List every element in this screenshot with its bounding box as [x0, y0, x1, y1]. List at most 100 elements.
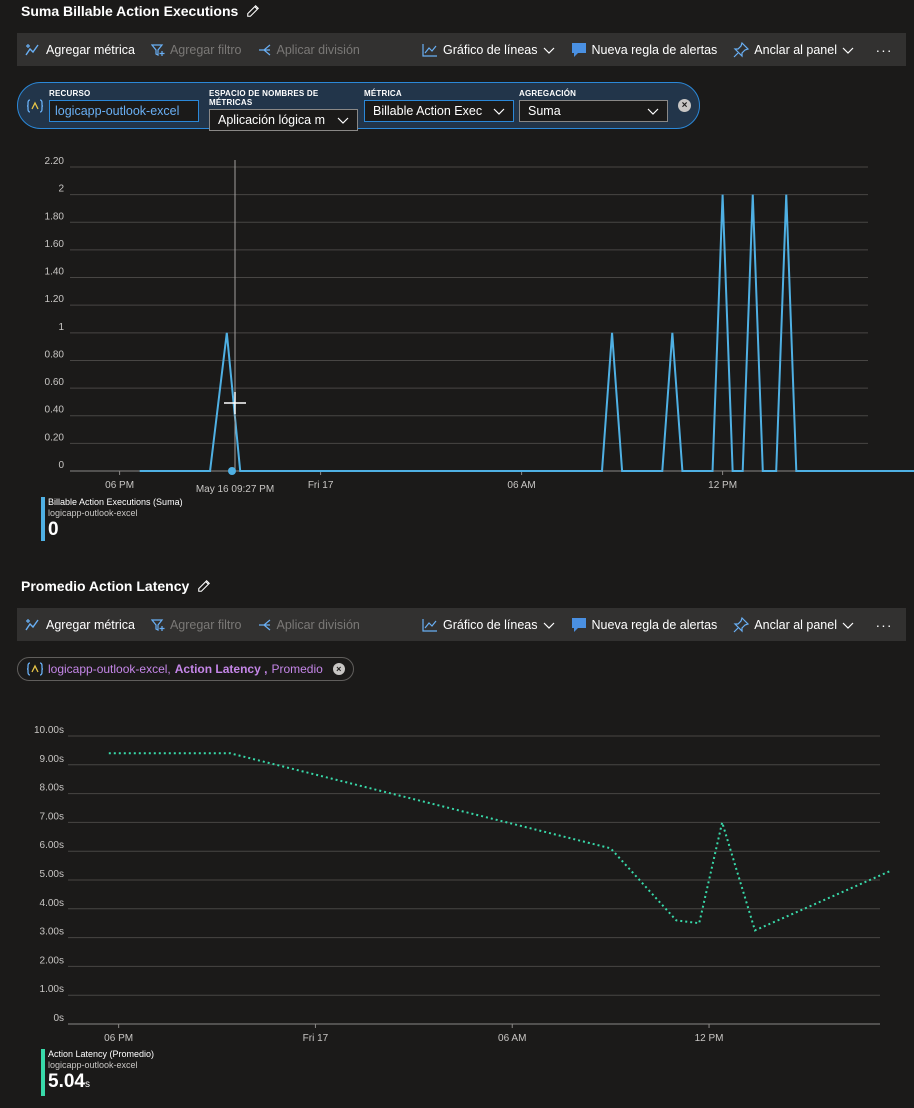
- new-alert-label: Nueva regla de alertas: [591, 617, 718, 632]
- x-tick-label: 12 PM: [708, 480, 737, 491]
- add-metric-icon: [25, 43, 39, 55]
- y-tick-label: 1.00s: [40, 984, 64, 995]
- legend-series-name: Action Latency (Promedio): [48, 1049, 155, 1059]
- y-tick-label: 7.00s: [40, 811, 64, 822]
- apply-split-button[interactable]: Aplicar división: [250, 43, 368, 57]
- namespace-value: Aplicación lógica m: [218, 113, 325, 127]
- add-filter-button[interactable]: Agregar filtro: [143, 618, 250, 632]
- chart-type-label: Gráfico de líneas: [443, 617, 538, 632]
- add-metric-button[interactable]: Agregar métrica: [17, 43, 143, 57]
- x-tick-label: 12 PM: [695, 1033, 724, 1044]
- chevron-down-icon: [337, 117, 349, 124]
- aggregation-label: AGREGACIÓN: [519, 89, 577, 98]
- chart1-legend[interactable]: Billable Action Executions (Suma) logica…: [41, 497, 183, 541]
- more-options-button[interactable]: ···: [862, 617, 906, 633]
- legend-resource: logicapp-outlook-excel: [48, 1060, 138, 1070]
- y-tick-label: 0.40: [45, 405, 65, 416]
- chart-type-dropdown[interactable]: Gráfico de líneas: [414, 618, 563, 632]
- series-line: [108, 752, 890, 932]
- legend-value-number: 5.04: [48, 1071, 85, 1092]
- chart1-title: Suma Billable Action Executions: [21, 3, 260, 19]
- chart2-title: Promedio Action Latency: [21, 578, 211, 594]
- more-options-label: ···: [875, 616, 893, 633]
- y-tick-label: 4.00s: [40, 898, 64, 909]
- chevron-down-icon: [842, 47, 854, 54]
- add-filter-label: Agregar filtro: [169, 617, 242, 632]
- chart1-title-text: Suma Billable Action Executions: [21, 3, 239, 19]
- pin-icon: [733, 41, 750, 57]
- apply-split-button[interactable]: Aplicar división: [250, 618, 368, 632]
- metric-selector-row: RECURSO logicapp-outlook-excel ESPACIO D…: [17, 82, 700, 131]
- hover-point: [228, 467, 236, 475]
- y-tick-label: 0.20: [45, 432, 65, 443]
- y-tick-label: 1.40: [45, 267, 65, 278]
- chart2-legend[interactable]: Action Latency (Promedio) logicapp-outlo…: [41, 1049, 154, 1096]
- pin-dashboard-button[interactable]: Anclar al panel: [725, 41, 862, 58]
- pill-metric: Action Latency ,: [174, 662, 268, 676]
- chart-type-label: Gráfico de líneas: [443, 42, 538, 57]
- aggregation-dropdown[interactable]: Suma: [519, 100, 668, 122]
- y-tick-label: 1: [58, 322, 64, 333]
- edit-title-icon[interactable]: [246, 4, 260, 18]
- chart2-toolbar: Agregar métrica Agregar filtro Aplicar d…: [17, 608, 906, 641]
- chevron-down-icon: [647, 108, 659, 115]
- alert-icon: [571, 42, 586, 57]
- x-tick-label: 06 PM: [105, 480, 134, 491]
- pin-dashboard-button[interactable]: Anclar al panel: [725, 616, 862, 633]
- remove-metric-button[interactable]: ×: [332, 663, 345, 675]
- pin-icon: [733, 616, 750, 632]
- x-tick-label: 06 AM: [507, 480, 535, 491]
- more-options-button[interactable]: ···: [862, 42, 906, 58]
- split-icon: [258, 44, 270, 55]
- x-tick-label: 06 PM: [104, 1033, 133, 1044]
- legend-value-number: 0: [48, 519, 59, 540]
- y-tick-label: 6.00s: [40, 840, 64, 851]
- add-metric-icon: [25, 618, 39, 630]
- new-alert-rule-button[interactable]: Nueva regla de alertas: [563, 42, 726, 58]
- chevron-down-icon: [493, 108, 505, 115]
- metric-dropdown[interactable]: Billable Action Exec: [364, 100, 514, 122]
- add-filter-button[interactable]: Agregar filtro: [143, 43, 250, 57]
- logic-app-icon: [26, 99, 44, 113]
- aggregation-value: Suma: [528, 104, 561, 118]
- legend-resource: logicapp-outlook-excel: [48, 508, 138, 518]
- pin-label: Anclar al panel: [754, 42, 837, 57]
- chevron-down-icon: [842, 622, 854, 629]
- y-tick-label: 5.00s: [40, 869, 64, 880]
- line-chart-icon: [422, 43, 438, 57]
- y-tick-label: 0: [58, 460, 64, 471]
- new-alert-rule-button[interactable]: Nueva regla de alertas: [563, 617, 726, 633]
- y-tick-label: 2: [58, 184, 64, 195]
- pin-label: Anclar al panel: [754, 617, 837, 632]
- resource-input[interactable]: logicapp-outlook-excel: [49, 100, 199, 122]
- x-tick-label: Fri 17: [308, 480, 334, 491]
- chart1-toolbar: Agregar métrica Agregar filtro Aplicar d…: [17, 33, 906, 66]
- legend-series-name: Billable Action Executions (Suma): [48, 497, 183, 507]
- y-tick-label: 0.80: [45, 349, 65, 360]
- remove-metric-button[interactable]: ×: [678, 99, 691, 112]
- pill-aggregation: Promedio: [271, 662, 323, 676]
- chart1-plot[interactable]: 0 0.20 0.40 0.60 0.80 1 1.20 1.40 1.60 1.80 2 2.20 0…: [0, 150, 914, 500]
- legend-color-bar: [41, 497, 45, 541]
- add-metric-button[interactable]: Agregar métrica: [17, 618, 143, 632]
- x-tick-label: 06 AM: [498, 1033, 526, 1044]
- legend-value: 5.04s: [48, 1071, 154, 1096]
- chart2-plot[interactable]: 0s 1.00s 2.00s 3.00s 4.00s 5.00s 6.00s 7.00s 8.0…: [0, 720, 914, 1050]
- apply-split-label: Aplicar división: [276, 42, 360, 57]
- metric-value: Billable Action Exec: [373, 104, 483, 118]
- filter-icon: [150, 43, 165, 56]
- y-tick-label: 8.00s: [40, 783, 64, 794]
- logic-app-icon: [26, 662, 44, 676]
- metric-pill[interactable]: logicapp-outlook-excel, Action Latency ,…: [17, 657, 354, 681]
- resource-field: RECURSO logicapp-outlook-excel: [49, 89, 199, 122]
- resource-label: RECURSO: [49, 89, 91, 98]
- new-alert-label: Nueva regla de alertas: [591, 42, 718, 57]
- y-tick-label: 1.20: [45, 294, 65, 305]
- pill-resource: logicapp-outlook-excel,: [48, 662, 171, 676]
- edit-title-icon[interactable]: [197, 579, 211, 593]
- chart-type-dropdown[interactable]: Gráfico de líneas: [414, 43, 563, 57]
- chevron-down-icon: [543, 622, 554, 629]
- y-tick-label: 2.20: [45, 156, 65, 167]
- y-tick-label: 3.00s: [40, 927, 64, 938]
- namespace-dropdown[interactable]: Aplicación lógica m: [209, 109, 358, 131]
